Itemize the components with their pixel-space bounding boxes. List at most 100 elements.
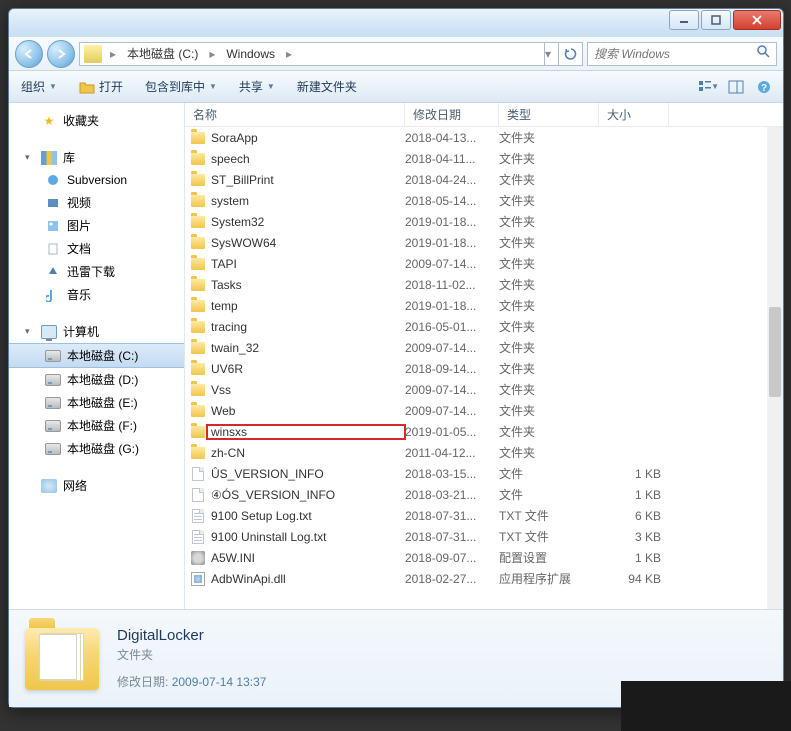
sidebar-drive-item[interactable]: 本地磁盘 (F:)	[9, 414, 184, 437]
file-date: 2018-07-31...	[405, 530, 499, 544]
details-type: 文件夹	[117, 646, 266, 663]
file-type: 文件夹	[499, 255, 599, 272]
file-name: AdbWinApi.dll	[207, 572, 405, 586]
file-size: 1 KB	[599, 467, 669, 481]
file-row[interactable]: 9100 Setup Log.txt2018-07-31...TXT 文件6 K…	[185, 505, 783, 526]
file-row[interactable]: tracing2016-05-01...文件夹	[185, 316, 783, 337]
network-icon	[41, 478, 57, 494]
close-button[interactable]	[733, 10, 781, 30]
library-item-icon	[45, 195, 61, 211]
sidebar-drive-item[interactable]: 本地磁盘 (G:)	[9, 437, 184, 460]
sidebar-drive-item[interactable]: 本地磁盘 (E:)	[9, 391, 184, 414]
sidebar-library-item[interactable]: 音乐	[9, 283, 184, 306]
scrollbar[interactable]	[767, 127, 783, 609]
scrollbar-thumb[interactable]	[769, 307, 781, 397]
header-type[interactable]: 类型	[499, 103, 599, 126]
file-size: 1 KB	[599, 551, 669, 565]
file-date: 2018-04-11...	[405, 152, 499, 166]
help-button[interactable]: ?	[753, 76, 775, 98]
minimize-button[interactable]	[669, 10, 699, 30]
search-icon[interactable]	[756, 44, 776, 63]
library-item-icon	[45, 264, 61, 280]
file-type: TXT 文件	[499, 507, 599, 524]
file-row[interactable]: twain_322009-07-14...文件夹	[185, 337, 783, 358]
file-row[interactable]: 9100 Uninstall Log.txt2018-07-31...TXT 文…	[185, 526, 783, 547]
file-row[interactable]: system2018-05-14...文件夹	[185, 190, 783, 211]
file-row[interactable]: SysWOW642019-01-18...文件夹	[185, 232, 783, 253]
file-type: 文件夹	[499, 171, 599, 188]
file-type: 文件夹	[499, 192, 599, 209]
library-item-icon	[45, 241, 61, 257]
chevron-right-icon[interactable]: ▸	[282, 47, 296, 61]
file-date: 2018-04-24...	[405, 173, 499, 187]
explorer-window: ▸ 本地磁盘 (C:) ▸ Windows ▸ ▾ 组织▼ 打开 包含到库中▼ …	[8, 8, 784, 708]
favorites-group[interactable]: ★收藏夹	[9, 109, 184, 132]
file-size: 1 KB	[599, 488, 669, 502]
title-bar[interactable]	[9, 9, 783, 37]
sidebar-drive-item[interactable]: 本地磁盘 (C:)	[9, 343, 184, 368]
sidebar-library-item[interactable]: 图片	[9, 214, 184, 237]
chevron-right-icon[interactable]: ▸	[205, 47, 219, 61]
file-row[interactable]: winsxs2019-01-05...文件夹	[185, 421, 783, 442]
folder-icon	[25, 628, 99, 690]
include-library-menu[interactable]: 包含到库中▼	[141, 75, 221, 98]
file-row[interactable]: temp2019-01-18...文件夹	[185, 295, 783, 316]
drive-icon	[45, 418, 61, 434]
file-row[interactable]: speech2018-04-11...文件夹	[185, 148, 783, 169]
file-date: 2019-01-18...	[405, 215, 499, 229]
folder-icon	[189, 279, 207, 291]
breadcrumb-drive[interactable]: 本地磁盘 (C:)	[120, 43, 205, 65]
file-type: 文件	[499, 486, 599, 503]
file-row[interactable]: ④ÓS_VERSION_INFO2018-03-21...文件1 KB	[185, 484, 783, 505]
search-input[interactable]	[588, 47, 756, 61]
history-dropdown[interactable]: ▾	[544, 43, 558, 65]
file-date: 2018-11-02...	[405, 278, 499, 292]
maximize-button[interactable]	[701, 10, 731, 30]
chevron-right-icon[interactable]: ▸	[106, 47, 120, 61]
open-button[interactable]: 打开	[75, 75, 127, 98]
sidebar-library-item[interactable]: 文档	[9, 237, 184, 260]
breadcrumb-folder[interactable]: Windows	[219, 43, 282, 65]
file-row[interactable]: SoraApp2018-04-13...文件夹	[185, 127, 783, 148]
header-size[interactable]: 大小	[599, 103, 669, 126]
file-row[interactable]: A5W.INI2018-09-07...配置设置1 KB	[185, 547, 783, 568]
libraries-group[interactable]: ▾库	[9, 146, 184, 169]
network-group[interactable]: 网络	[9, 474, 184, 497]
view-options-button[interactable]: ▼	[697, 76, 719, 98]
folder-icon	[189, 195, 207, 207]
sidebar-library-item[interactable]: 视频	[9, 191, 184, 214]
file-row[interactable]: ÛS_VERSION_INFO2018-03-15...文件1 KB	[185, 463, 783, 484]
preview-pane-button[interactable]	[725, 76, 747, 98]
file-row[interactable]: Tasks2018-11-02...文件夹	[185, 274, 783, 295]
file-row[interactable]: Web2009-07-14...文件夹	[185, 400, 783, 421]
sidebar-library-item[interactable]: Subversion	[9, 169, 184, 191]
header-name[interactable]: 名称	[185, 103, 405, 126]
file-date: 2018-09-07...	[405, 551, 499, 565]
refresh-button[interactable]	[558, 43, 582, 65]
file-row[interactable]: UV6R2018-09-14...文件夹	[185, 358, 783, 379]
organize-menu[interactable]: 组织▼	[17, 75, 61, 98]
search-box[interactable]	[587, 42, 777, 66]
forward-button[interactable]	[47, 40, 75, 68]
file-row[interactable]: TAPI2009-07-14...文件夹	[185, 253, 783, 274]
file-date: 2016-05-01...	[405, 320, 499, 334]
file-row[interactable]: AdbWinApi.dll2018-02-27...应用程序扩展94 KB	[185, 568, 783, 589]
computer-group[interactable]: ▾计算机	[9, 320, 184, 343]
file-row[interactable]: System322019-01-18...文件夹	[185, 211, 783, 232]
new-folder-button[interactable]: 新建文件夹	[293, 75, 361, 98]
file-row[interactable]: zh-CN2011-04-12...文件夹	[185, 442, 783, 463]
folder-icon	[189, 300, 207, 312]
back-button[interactable]	[15, 40, 43, 68]
file-row[interactable]: ST_BillPrint2018-04-24...文件夹	[185, 169, 783, 190]
file-row[interactable]: Vss2009-07-14...文件夹	[185, 379, 783, 400]
nav-pane: ★收藏夹 ▾库 Subversion视频图片文档迅雷下载音乐 ▾计算机 本地磁盘…	[9, 103, 185, 609]
column-headers: 名称 修改日期 类型 大小	[185, 103, 783, 127]
sidebar-library-item[interactable]: 迅雷下载	[9, 260, 184, 283]
sidebar-drive-item[interactable]: 本地磁盘 (D:)	[9, 368, 184, 391]
folder-icon	[189, 363, 207, 375]
file-date: 2009-07-14...	[405, 383, 499, 397]
address-bar[interactable]: ▸ 本地磁盘 (C:) ▸ Windows ▸ ▾	[79, 42, 583, 66]
header-date[interactable]: 修改日期	[405, 103, 499, 126]
file-list: 名称 修改日期 类型 大小 SoraApp2018-04-13...文件夹spe…	[185, 103, 783, 609]
share-menu[interactable]: 共享▼	[235, 75, 279, 98]
